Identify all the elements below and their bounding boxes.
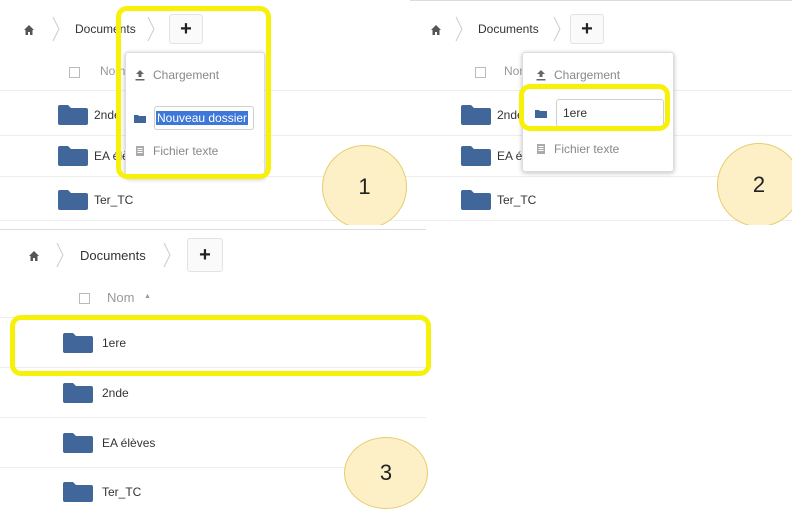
folder-icon <box>63 433 93 453</box>
folder-icon <box>58 190 88 210</box>
menu-item-label: Chargement <box>554 68 621 82</box>
divider <box>410 0 792 1</box>
file-name[interactable]: 2nde <box>102 386 129 400</box>
breadcrumb: Documents + <box>410 14 792 44</box>
folder-icon <box>461 190 491 210</box>
table-row[interactable]: 2nde <box>0 371 426 418</box>
text-file-icon <box>535 143 547 155</box>
highlight-box <box>116 6 271 179</box>
menu-item-upload[interactable]: Chargement <box>523 68 673 83</box>
highlight-box <box>10 315 431 376</box>
select-all-checkbox[interactable] <box>79 293 90 304</box>
step-badge: 3 <box>344 437 428 509</box>
home-icon[interactable] <box>430 24 442 36</box>
step-badge: 2 <box>717 143 792 225</box>
home-icon[interactable] <box>23 24 35 36</box>
panel-step-3: Documents + Nom ▲ 1ere 2nde EA élèves Te… <box>0 229 432 513</box>
chevron-right-icon <box>52 16 60 42</box>
chevron-right-icon <box>553 16 561 42</box>
folder-icon <box>58 146 88 166</box>
chevron-right-icon <box>455 16 463 42</box>
folder-icon <box>461 105 491 125</box>
folder-icon <box>58 105 88 125</box>
file-name[interactable]: EA élèves <box>102 436 155 450</box>
panel-step-2: Documents + Nom 2nde EA élèves Ter_TC Ch… <box>410 0 792 225</box>
step-badge: 1 <box>322 145 407 225</box>
breadcrumb-documents[interactable]: Documents <box>80 248 146 263</box>
folder-icon <box>63 383 93 403</box>
select-all-checkbox[interactable] <box>69 67 80 78</box>
divider <box>0 229 426 230</box>
file-name[interactable]: Ter_TC <box>102 485 141 499</box>
column-header-name[interactable]: Nom <box>107 290 134 305</box>
sort-ascending-icon[interactable]: ▲ <box>144 293 151 300</box>
chevron-right-icon <box>163 242 171 268</box>
highlight-box <box>519 84 670 131</box>
breadcrumb-documents[interactable]: Documents <box>478 22 539 36</box>
panel-step-1: Documents + Nom 2nde EA élèves Ter_TC Ch… <box>0 0 410 225</box>
file-name[interactable]: Ter_TC <box>94 193 133 207</box>
select-all-checkbox[interactable] <box>475 67 486 78</box>
file-name[interactable]: Ter_TC <box>497 193 536 207</box>
menu-item-label: Fichier texte <box>554 142 620 156</box>
add-button[interactable]: + <box>187 238 223 272</box>
menu-item-text-file[interactable]: Fichier texte <box>523 142 673 157</box>
column-header-row: Nom ▲ <box>0 277 426 318</box>
breadcrumb: Documents + <box>0 238 432 272</box>
folder-icon <box>461 146 491 166</box>
chevron-right-icon <box>56 242 64 268</box>
folder-icon <box>63 482 93 502</box>
upload-icon <box>535 69 547 81</box>
home-icon[interactable] <box>28 250 40 262</box>
add-button[interactable]: + <box>570 14 604 44</box>
